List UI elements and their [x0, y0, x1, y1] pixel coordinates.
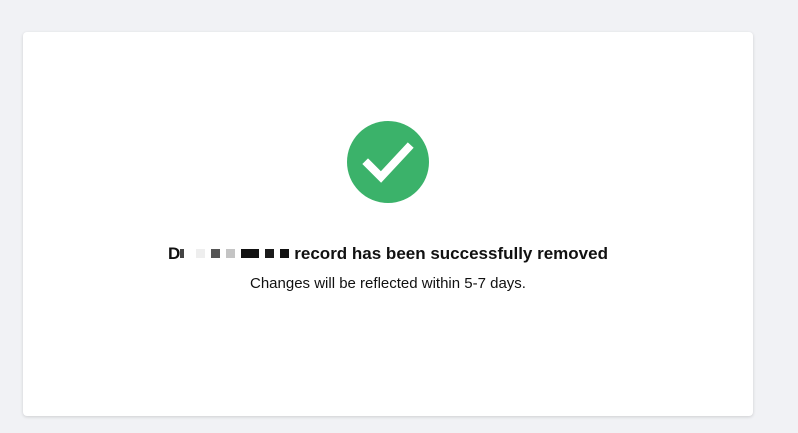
success-title: Drecord has been successfully removed	[23, 244, 753, 265]
success-card: Drecord has been successfully removed Ch…	[23, 32, 753, 416]
title-suffix: record has been successfully removed	[294, 244, 608, 263]
checkmark-circle-icon	[347, 121, 429, 203]
success-subtitle: Changes will be reflected within 5-7 day…	[250, 275, 526, 292]
title-prefix: D	[168, 244, 181, 263]
redacted-name	[180, 243, 292, 263]
